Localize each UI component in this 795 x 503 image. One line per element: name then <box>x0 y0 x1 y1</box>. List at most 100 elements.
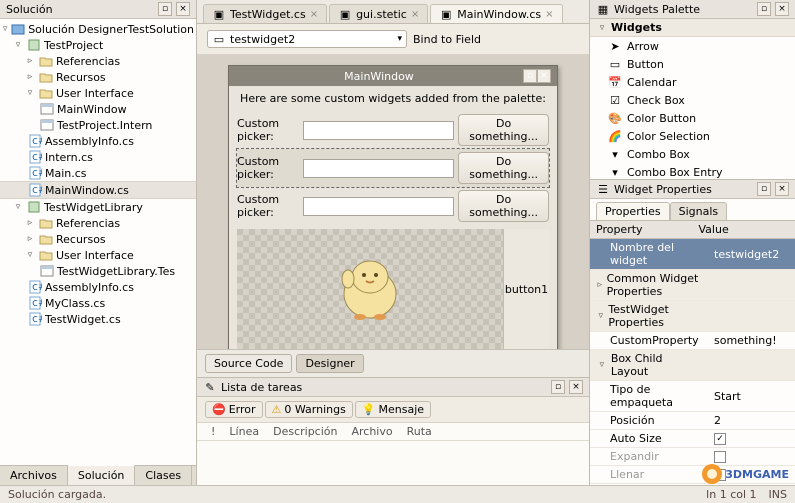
file-tab[interactable]: ▣TestWidget.cs× <box>203 4 327 23</box>
tab-signals[interactable]: Signals <box>670 202 728 220</box>
tree-item[interactable]: AssemblyInfo.cs <box>45 135 134 148</box>
tree-item[interactable]: Recursos <box>56 233 106 246</box>
palette-category[interactable]: ▿Widgets <box>590 19 795 37</box>
tree-item[interactable]: Recursos <box>56 71 106 84</box>
close-icon[interactable]: × <box>537 69 551 83</box>
tree-item[interactable]: Main.cs <box>45 167 87 180</box>
prop-row[interactable]: Expandir <box>590 448 795 466</box>
file-tab[interactable]: ▣gui.stetic× <box>329 4 428 23</box>
palette-item[interactable]: ☑Check Box <box>590 91 795 109</box>
prop-value[interactable]: something! <box>708 332 795 349</box>
prop-row[interactable]: Auto Size✓ <box>590 430 795 448</box>
warnings-filter-button[interactable]: ⚠0 Warnings <box>265 401 353 418</box>
solution-tree[interactable]: ▿ Solución DesignerTestSolution ▿ TestProj… <box>0 19 196 465</box>
min-icon[interactable]: ▫ <box>523 69 537 83</box>
side-button[interactable]: button1 <box>503 229 549 349</box>
tree-item[interactable]: Referencias <box>56 217 120 230</box>
expand-icon[interactable]: ▿ <box>12 202 24 212</box>
prop-category[interactable]: ▿TestWidget Properties <box>590 301 795 332</box>
error-filter-button[interactable]: ⛔Error <box>205 401 263 418</box>
task-col[interactable]: Archivo <box>345 425 398 438</box>
tab-designer[interactable]: Designer <box>296 354 363 373</box>
custom-picker-row[interactable]: Custom picker:Do something... <box>237 187 549 225</box>
col-value[interactable]: Value <box>693 221 795 238</box>
custom-picker-row[interactable]: Custom picker:Do something... <box>237 111 549 149</box>
properties-grid[interactable]: PropertyValue Nombre del widgettestwidge… <box>590 221 795 485</box>
expand-icon[interactable]: ▿ <box>596 360 608 370</box>
drop-canvas[interactable]: button1 <box>237 229 549 349</box>
bind-to-field-link[interactable]: Bind to Field <box>413 33 481 46</box>
tree-item[interactable]: User Interface <box>56 249 134 262</box>
close-icon[interactable]: × <box>411 9 419 20</box>
panel-close-icon[interactable]: × <box>569 380 583 394</box>
expand-icon[interactable]: ▿ <box>12 40 24 50</box>
tab-properties[interactable]: Properties <box>596 202 670 220</box>
panel-settings-icon[interactable]: ▫ <box>158 2 172 16</box>
tree-item[interactable]: TestProject.Intern <box>57 119 152 132</box>
do-something-button[interactable]: Do something... <box>458 114 549 146</box>
prop-value[interactable]: testwidget2 <box>708 239 795 269</box>
palette-list[interactable]: ▿Widgets ➤Arrow ▭Button 📅Calendar ☑Check… <box>590 19 795 179</box>
checkbox[interactable] <box>714 451 726 463</box>
prop-value[interactable]: Start <box>708 381 795 411</box>
expand-icon[interactable]: ▿ <box>24 88 36 98</box>
palette-item[interactable]: 🎨Color Button <box>590 109 795 127</box>
close-icon[interactable]: × <box>310 9 318 20</box>
expand-icon[interactable]: ▿ <box>24 250 36 260</box>
panel-opts-icon[interactable]: ▫ <box>757 2 771 16</box>
task-col[interactable]: Descripción <box>267 425 343 438</box>
panel-opts-icon[interactable]: ▫ <box>757 182 771 196</box>
task-col[interactable]: ! <box>205 425 221 438</box>
task-col[interactable]: Línea <box>223 425 265 438</box>
expand-icon[interactable]: ▿ <box>2 24 8 34</box>
project-name[interactable]: TestProject <box>44 39 103 52</box>
picker-input[interactable] <box>303 121 454 140</box>
do-something-button[interactable]: Do something... <box>458 152 549 184</box>
expand-icon[interactable]: ▹ <box>24 234 36 244</box>
tree-item-selected[interactable]: MainWindow.cs <box>45 184 129 197</box>
prop-row[interactable]: Llenar <box>590 466 795 484</box>
picker-input[interactable] <box>303 159 454 178</box>
expand-icon[interactable]: ▹ <box>24 56 36 66</box>
palette-item[interactable]: 🌈Color Selection <box>590 127 795 145</box>
picker-input[interactable] <box>303 197 454 216</box>
prop-category[interactable]: ▹Common Widget Properties <box>590 270 795 301</box>
tree-item[interactable]: AssemblyInfo.cs <box>45 281 134 294</box>
widget-selector-combo[interactable]: ▭ testwidget2 ▾ <box>207 30 407 48</box>
project-name[interactable]: TestWidgetLibrary <box>44 201 143 214</box>
prop-category[interactable]: ▿Box Child Layout <box>590 350 795 381</box>
checkbox-checked[interactable]: ✓ <box>714 433 726 445</box>
panel-close-icon[interactable]: × <box>775 182 789 196</box>
col-property[interactable]: Property <box>590 221 693 238</box>
expand-icon[interactable]: ▿ <box>596 311 605 321</box>
tab-source-code[interactable]: Source Code <box>205 354 292 373</box>
do-something-button[interactable]: Do something... <box>458 190 549 222</box>
tree-item[interactable]: TestWidget.cs <box>45 313 121 326</box>
close-icon[interactable]: × <box>545 9 553 20</box>
tree-item[interactable]: Referencias <box>56 55 120 68</box>
solution-root[interactable]: Solución DesignerTestSolution <box>28 23 194 36</box>
preview-titlebar[interactable]: MainWindow ▫ × <box>229 66 557 86</box>
tree-item[interactable]: TestWidgetLibrary.Tes <box>57 265 175 278</box>
tab-archivos[interactable]: Archivos <box>0 466 68 485</box>
expand-icon[interactable]: ▹ <box>596 280 604 290</box>
message-filter-button[interactable]: 💡Mensaje <box>355 401 431 418</box>
palette-item[interactable]: ▭Button <box>590 55 795 73</box>
tree-item[interactable]: MainWindow <box>57 103 127 116</box>
expand-icon[interactable]: ▹ <box>24 218 36 228</box>
panel-opts-icon[interactable]: ▫ <box>551 380 565 394</box>
designer-canvas[interactable]: MainWindow ▫ × Here are some custom widg… <box>197 55 589 349</box>
checkbox[interactable] <box>714 469 726 481</box>
expand-icon[interactable]: ▹ <box>24 72 36 82</box>
panel-close-icon[interactable]: × <box>775 2 789 16</box>
tab-solucion[interactable]: Solución <box>68 465 136 485</box>
palette-item[interactable]: ▾Combo Box Entry <box>590 163 795 179</box>
tree-item[interactable]: User Interface <box>56 87 134 100</box>
prop-row[interactable]: CustomPropertysomething! <box>590 332 795 350</box>
expand-icon[interactable]: ▿ <box>596 23 608 33</box>
tree-item[interactable]: MyClass.cs <box>45 297 105 310</box>
panel-close-icon[interactable]: × <box>176 2 190 16</box>
palette-item[interactable]: 📅Calendar <box>590 73 795 91</box>
palette-item[interactable]: ▾Combo Box <box>590 145 795 163</box>
file-tab-active[interactable]: ▣MainWindow.cs× <box>430 4 562 23</box>
